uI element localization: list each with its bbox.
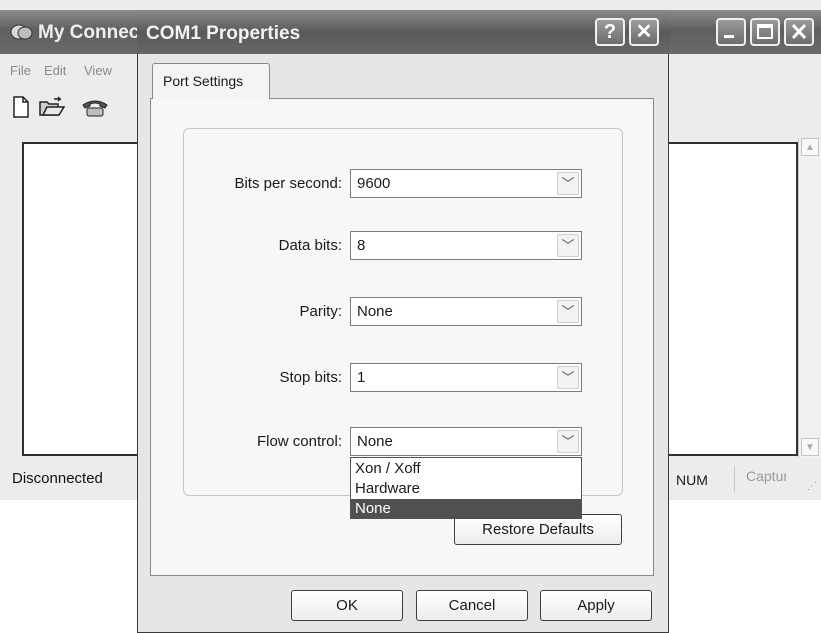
scroll-down-icon[interactable]: ▼ [801, 438, 819, 456]
flow-control-select[interactable]: None ﹀ [350, 427, 582, 456]
menu-edit[interactable]: Edit [44, 63, 66, 78]
menu-file[interactable]: File [10, 63, 31, 78]
menu-bar: File Edit View [0, 58, 140, 84]
flow-control-value: None [357, 433, 393, 450]
ok-label: OK [336, 597, 358, 614]
terminal-pane-right[interactable] [662, 142, 798, 456]
bits-per-second-label: Bits per second: [234, 175, 342, 192]
bits-per-second-select[interactable]: 9600 ﹀ [350, 169, 582, 198]
parity-label: Parity: [299, 303, 342, 320]
scroll-up-icon[interactable]: ▲ [801, 138, 819, 156]
open-folder-icon[interactable] [38, 96, 66, 118]
hyperterminal-title: My Connection [38, 22, 148, 43]
apply-label: Apply [577, 597, 615, 614]
hyperterminal-app-icon [10, 22, 34, 42]
chevron-down-icon[interactable]: ﹀ [557, 430, 579, 453]
chevron-down-icon[interactable]: ﹀ [557, 366, 579, 389]
status-connection: Disconnected [12, 470, 103, 487]
minimize-button[interactable] [716, 18, 746, 46]
dialog-title: COM1 Properties [146, 23, 301, 44]
status-divider [734, 466, 735, 492]
restore-defaults-label: Restore Defaults [482, 521, 594, 538]
phone-icon[interactable] [80, 96, 110, 118]
status-bar-right: NUM Capture ⋰ [662, 462, 821, 496]
ok-button[interactable]: OK [291, 590, 403, 621]
chevron-down-icon[interactable]: ﹀ [557, 300, 579, 323]
maximize-button[interactable] [750, 18, 780, 46]
apply-button[interactable]: Apply [540, 590, 652, 621]
dialog-close-button[interactable]: ✕ [629, 18, 659, 46]
maximize-icon [757, 24, 773, 39]
cancel-button[interactable]: Cancel [416, 590, 528, 621]
minimize-icon [724, 35, 734, 38]
flow-control-label: Flow control: [256, 433, 342, 450]
resize-grip-icon[interactable]: ⋰ [807, 481, 817, 492]
terminal-pane[interactable] [22, 142, 144, 456]
data-bits-label: Data bits: [278, 237, 342, 254]
data-bits-value: 8 [357, 237, 366, 254]
flow-control-dropdown-list: Xon / Xoff Hardware None [350, 457, 582, 519]
help-icon: ? [603, 21, 617, 43]
parity-value: None [357, 303, 393, 320]
cancel-label: Cancel [448, 597, 496, 614]
stop-bits-label: Stop bits: [279, 369, 342, 386]
close-icon: ✕ [635, 21, 653, 43]
stop-bits-value: 1 [357, 369, 366, 386]
chevron-down-icon[interactable]: ﹀ [557, 234, 579, 257]
dropdown-option-xon-xoff[interactable]: Xon / Xoff [351, 459, 581, 479]
new-document-icon[interactable] [12, 96, 30, 118]
stop-bits-select[interactable]: 1 ﹀ [350, 363, 582, 392]
close-button[interactable] [784, 18, 814, 46]
status-num: NUM [676, 472, 708, 488]
data-bits-select[interactable]: 8 ﹀ [350, 231, 582, 260]
help-button[interactable]: ? [595, 18, 625, 46]
menu-view[interactable]: View [84, 63, 136, 78]
chevron-down-icon[interactable]: ﹀ [557, 172, 579, 195]
parity-select[interactable]: None ﹀ [350, 297, 582, 326]
status-capture: Capture [746, 468, 786, 484]
dropdown-option-none[interactable]: None [351, 499, 581, 519]
tab-port-settings[interactable]: Port Settings [152, 63, 270, 99]
dropdown-option-hardware[interactable]: Hardware [351, 479, 581, 499]
close-icon [791, 23, 807, 40]
vertical-scrollbar[interactable]: ▲ ▼ [798, 138, 821, 458]
toolbar [0, 86, 140, 126]
bits-per-second-value: 9600 [357, 175, 391, 192]
